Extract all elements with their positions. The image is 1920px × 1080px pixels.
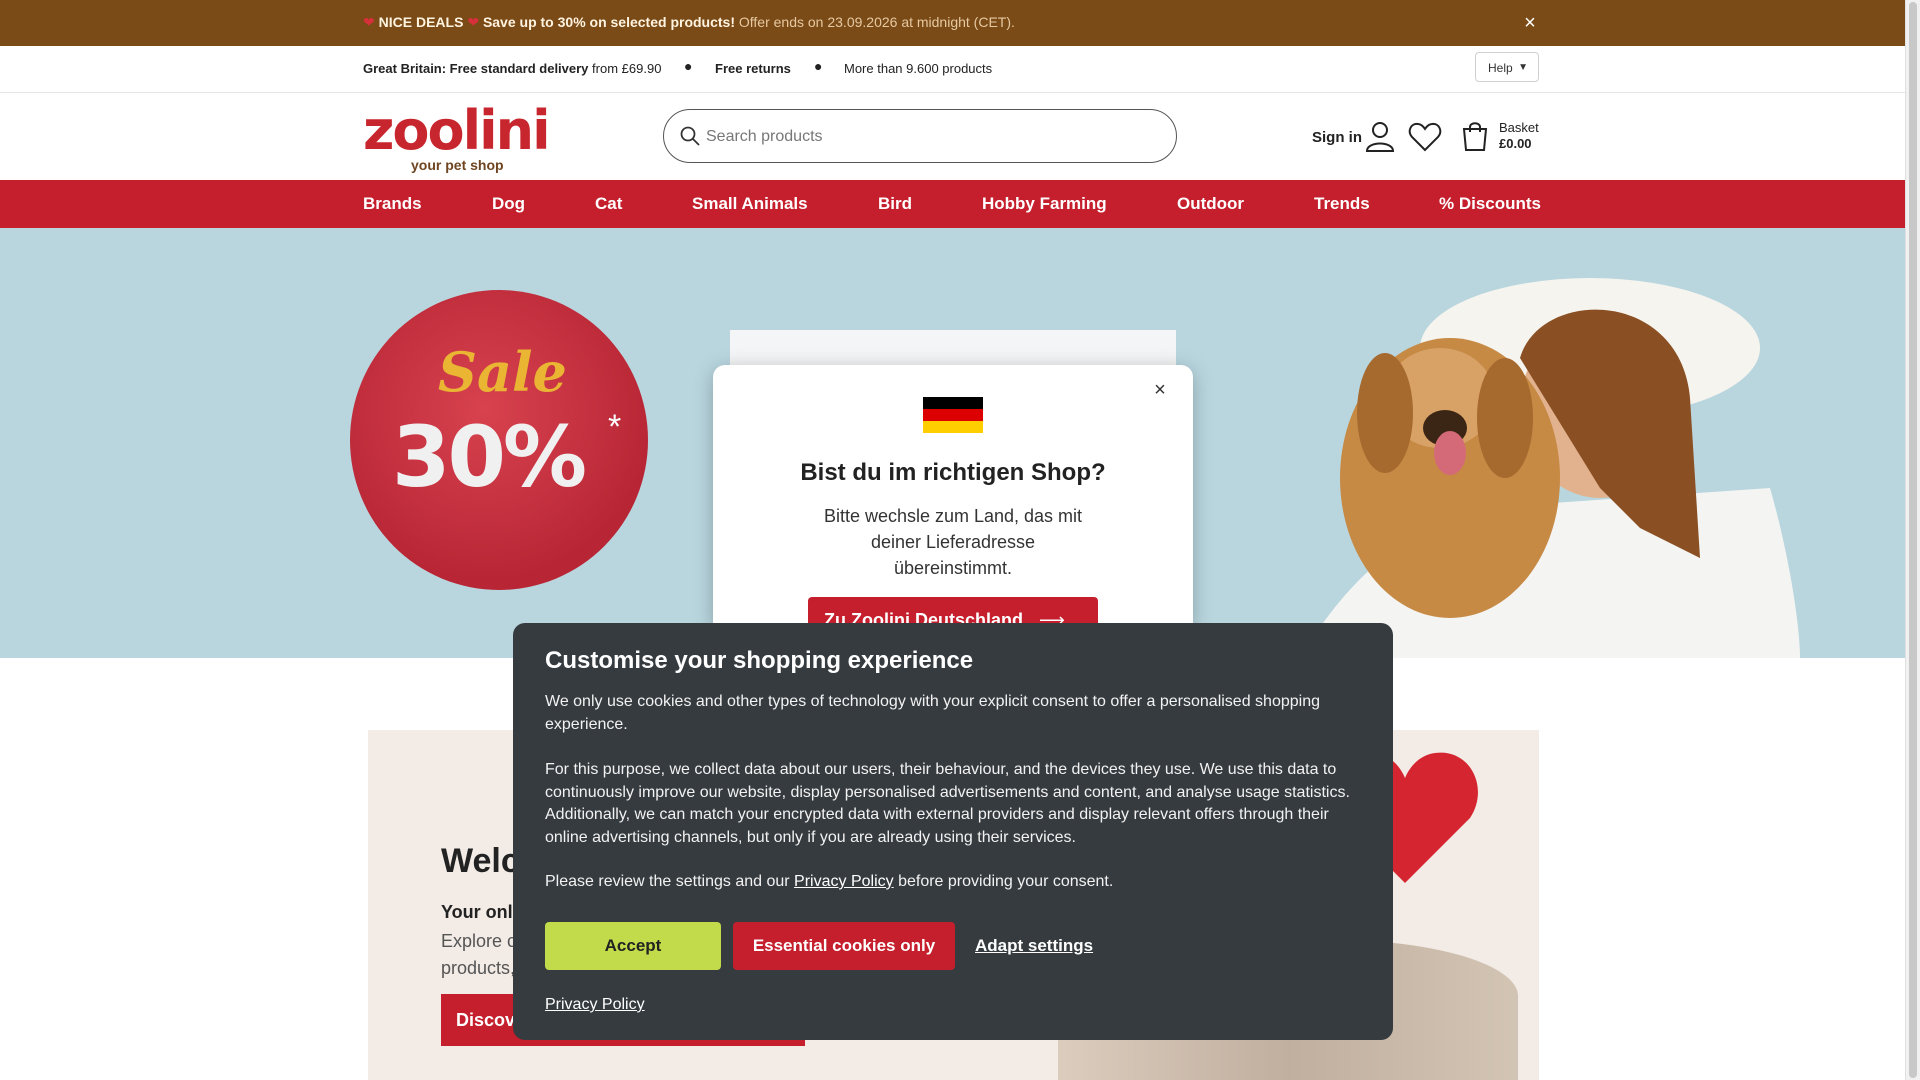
nav-brands[interactable]: Brands — [363, 194, 422, 214]
usp-bar: Great Britain: Free standard delivery fr… — [0, 46, 1905, 93]
cookie-p3-before: Please review the settings and our — [545, 873, 790, 890]
bullet-icon: ● — [814, 58, 823, 74]
nav-outdoor[interactable]: Outdoor — [1177, 194, 1244, 214]
cookie-title: Customise your shopping experience — [545, 647, 974, 674]
heart-icon: ❤ — [467, 14, 480, 30]
logo-word: zoolini — [363, 99, 551, 162]
logo-tagline: your pet shop — [411, 157, 504, 173]
nav-small-animals[interactable]: Small Animals — [692, 194, 808, 214]
privacy-policy-inline-link[interactable]: Privacy Policy — [794, 873, 894, 890]
germany-flag-icon — [923, 397, 983, 433]
promo-text: ❤ NICE DEALS ❤ Save up to 30% on selecte… — [363, 14, 1015, 31]
nav-dog[interactable]: Dog — [492, 194, 525, 214]
search-icon — [680, 126, 700, 146]
close-icon[interactable]: × — [1148, 379, 1172, 402]
logo[interactable]: zoolini your pet shop — [363, 99, 551, 174]
nav-trends[interactable]: Trends — [1314, 194, 1370, 214]
usp-delivery-bold: Great Britain: Free standard delivery — [363, 61, 589, 76]
cookie-p3-after: before providing your consent. — [898, 873, 1114, 890]
adapt-settings-link[interactable]: Adapt settings — [975, 936, 1093, 956]
privacy-policy-link[interactable]: Privacy Policy — [545, 996, 645, 1014]
nav-bird[interactable]: Bird — [878, 194, 912, 214]
promo-bar: ❤ NICE DEALS ❤ Save up to 30% on selecte… — [0, 0, 1905, 46]
usp-returns: Free returns — [715, 61, 791, 76]
country-modal: × Bist du im richtigen Shop? Bitte wechs… — [713, 365, 1193, 627]
flag-stripe-black — [923, 397, 983, 409]
scrollbar-thumb[interactable] — [1909, 2, 1917, 1078]
sign-in-link[interactable]: Sign in — [1312, 129, 1362, 146]
nav-cat[interactable]: Cat — [595, 194, 622, 214]
promo-offer-note: Offer ends on 23.09.2026 at midnight (CE… — [738, 14, 1015, 30]
welcome-subtitle: Your onl — [441, 902, 513, 922]
accept-button[interactable]: Accept — [545, 922, 721, 970]
search-input[interactable] — [704, 110, 1148, 164]
essential-cookies-button[interactable]: Essential cookies only — [733, 922, 955, 970]
usp-delivery: Great Britain: Free standard delivery fr… — [363, 61, 661, 76]
search-box[interactable] — [663, 109, 1177, 164]
flag-stripe-red — [923, 409, 983, 421]
cookie-paragraph-2: For this purpose, we collect data about … — [545, 761, 1350, 846]
flag-stripe-gold — [923, 421, 983, 433]
basket-amount: £0.00 — [1499, 136, 1532, 151]
cookie-paragraph-1: We only use cookies and other types of t… — [545, 693, 1320, 733]
promo-deal-label: NICE DEALS — [378, 14, 464, 30]
welcome-title: Welc — [441, 842, 520, 880]
cookie-paragraph-3: Please review the settings and our Priva… — [545, 871, 1365, 894]
nav-hobby-farming[interactable]: Hobby Farming — [982, 194, 1107, 214]
country-modal-body: Bitte wechsle zum Land, das mit deiner L… — [823, 506, 1083, 578]
user-icon[interactable] — [1365, 120, 1395, 152]
nav-discounts[interactable]: % Discounts — [1439, 194, 1541, 214]
basket-icon[interactable] — [1461, 120, 1489, 152]
help-dropdown[interactable]: Help ▼ — [1475, 52, 1539, 82]
sale-star: * — [608, 408, 622, 446]
sale-percent: 30% — [392, 408, 587, 506]
promo-close-icon[interactable]: × — [1521, 10, 1539, 36]
promo-deal-text: Save up to 30% on selected products! — [482, 14, 735, 30]
country-modal-title: Bist du im richtigen Shop? — [800, 459, 1106, 486]
basket-link[interactable]: Basket £0.00 — [1499, 120, 1539, 152]
basket-label: Basket — [1499, 120, 1539, 135]
heart-icon: ❤ — [363, 14, 375, 30]
heart-icon[interactable] — [1408, 122, 1442, 152]
scrollbar[interactable] — [1905, 0, 1920, 1080]
chevron-down-icon: ▼ — [1518, 62, 1528, 73]
site-header: zoolini your pet shop Sign in Basket £0.… — [0, 93, 1905, 180]
usp-products: More than 9.600 products — [844, 61, 993, 76]
sale-badge: Sale 30% * — [350, 290, 648, 590]
main-nav: Brands Dog Cat Small Animals Bird Hobby … — [0, 180, 1905, 228]
woman-with-dog-image — [1300, 278, 1800, 658]
help-label: Help — [1488, 61, 1513, 75]
bullet-icon: ● — [684, 58, 693, 74]
sale-word: Sale — [438, 340, 567, 404]
cookie-consent-modal: Customise your shopping experience We on… — [513, 623, 1393, 1040]
usp-delivery-rest: from £69.90 — [592, 61, 662, 76]
